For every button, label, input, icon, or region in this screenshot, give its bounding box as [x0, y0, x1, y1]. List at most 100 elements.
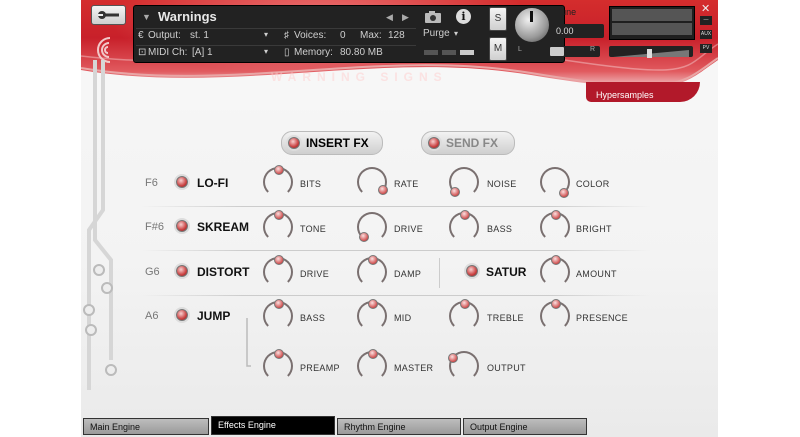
knob-indicator	[274, 210, 284, 220]
purge-dropdown-icon[interactable]: ▾	[454, 29, 458, 38]
output-dropdown-icon[interactable]: ▾	[264, 30, 268, 39]
jump-group-bracket	[246, 318, 251, 367]
lofi-toggle[interactable]	[176, 176, 188, 188]
distort-drive-label: DRIVE	[300, 269, 330, 279]
cpu-indicator	[460, 50, 474, 55]
voices-label: Voices:	[294, 30, 327, 41]
close-icon[interactable]: ✕	[701, 2, 710, 15]
solo-button[interactable]: S	[489, 7, 507, 31]
tune-label: Tune	[556, 7, 577, 17]
level-meter-left	[612, 9, 692, 21]
lofi-bits-label: BITS	[300, 179, 322, 189]
collapse-triangle-icon[interactable]: ▼	[142, 12, 151, 22]
distort-name: DISTORT	[197, 265, 250, 279]
jump-toggle[interactable]	[176, 309, 188, 321]
tab-output-engine[interactable]: Output Engine	[463, 418, 587, 435]
knob-indicator	[274, 165, 284, 175]
mute-button[interactable]: M	[489, 37, 507, 61]
insert-fx-led	[288, 137, 300, 149]
level-meter	[609, 6, 695, 40]
skream-bright-label: BRIGHT	[576, 224, 612, 234]
minimize-icon[interactable]: —	[700, 16, 712, 25]
distort-key: G6	[145, 266, 160, 278]
output-value[interactable]: st. 1	[190, 30, 209, 41]
lofi-key: F6	[145, 177, 158, 189]
audio-activity-indicator	[442, 50, 456, 55]
instrument-title-banner: WARNING SIGNS	[271, 70, 448, 84]
row-divider	[141, 295, 651, 296]
send-fx-label: SEND FX	[446, 136, 499, 150]
skream-drive-label: DRIVE	[394, 224, 424, 234]
knob-indicator	[368, 299, 378, 309]
knob-indicator	[551, 299, 561, 309]
distort-satur-divider	[439, 258, 440, 288]
midi-icon: ⊡	[138, 47, 147, 58]
knob-indicator	[450, 187, 460, 197]
instrument-name[interactable]: Warnings	[158, 9, 217, 24]
distort-toggle[interactable]	[176, 265, 188, 277]
lofi-color-label: COLOR	[576, 179, 610, 189]
skream-toggle[interactable]	[176, 220, 188, 232]
tune-value[interactable]: 0.00	[550, 24, 604, 38]
insert-fx-label: INSERT FX	[306, 136, 369, 150]
lofi-rate-label: RATE	[394, 179, 419, 189]
jump-mid-label: MID	[394, 313, 412, 323]
tab-main-engine[interactable]: Main Engine	[83, 418, 209, 435]
voices-value: 0	[340, 30, 346, 41]
pv-button[interactable]: PV	[700, 44, 712, 53]
satur-name: SATUR	[486, 265, 527, 279]
volume-slider[interactable]	[609, 46, 693, 58]
jump-treble-label: TREBLE	[487, 313, 524, 323]
pan-slider[interactable]: L R	[514, 46, 600, 57]
skream-bass-label: BASS	[487, 224, 513, 234]
knob-indicator	[551, 210, 561, 220]
jump-presence-label: PRESENCE	[576, 313, 628, 323]
knob-indicator	[368, 349, 378, 359]
jump-preamp-label: PREAMP	[300, 363, 340, 373]
output-label: Output:	[148, 30, 181, 41]
jump-master-label: MASTER	[394, 363, 434, 373]
jump-bass-label: BASS	[300, 313, 326, 323]
level-meter-right	[612, 23, 692, 35]
output-icon: €	[138, 30, 144, 41]
satur-amount-label: AMOUNT	[576, 269, 617, 279]
max-voices-value[interactable]: 128	[388, 30, 405, 41]
knob-indicator	[448, 353, 458, 363]
next-instrument-icon[interactable]: ▶	[402, 12, 409, 23]
knob-indicator	[378, 185, 388, 195]
memory-value: 80.80 MB	[340, 47, 383, 58]
hypersamples-logo: Hypersamples	[586, 82, 700, 102]
purge-dropdown[interactable]: Purge	[423, 28, 450, 39]
lofi-noise-label: NOISE	[487, 179, 517, 189]
knob-indicator	[274, 299, 284, 309]
tab-effects-engine[interactable]: Effects Engine	[211, 416, 335, 435]
tune-knob[interactable]	[513, 6, 551, 44]
skream-name: SKREAM	[197, 220, 250, 234]
tab-rhythm-engine[interactable]: Rhythm Engine	[337, 418, 461, 435]
knob-indicator	[460, 210, 470, 220]
knob-indicator	[359, 232, 369, 242]
pan-left-label: L	[518, 46, 522, 53]
voices-icon: ♯	[284, 30, 289, 41]
insert-fx-button[interactable]: INSERT FX	[281, 131, 383, 155]
midi-activity-indicator	[424, 50, 438, 55]
jump-output-label: OUTPUT	[487, 363, 526, 373]
send-fx-button[interactable]: SEND FX	[421, 131, 515, 155]
options-wrench-button[interactable]	[91, 5, 126, 25]
camera-icon[interactable]	[424, 11, 442, 23]
knob-indicator	[274, 349, 284, 359]
midi-channel-value[interactable]: [A] 1	[192, 47, 213, 58]
aux-button[interactable]: AUX	[700, 30, 712, 39]
satur-toggle[interactable]	[466, 265, 478, 277]
prev-instrument-icon[interactable]: ◀	[386, 12, 393, 23]
midi-dropdown-icon[interactable]: ▾	[264, 47, 268, 56]
knob-indicator	[460, 299, 470, 309]
row-divider	[141, 206, 651, 207]
max-label: Max:	[360, 30, 382, 41]
lofi-name: LO-FI	[197, 176, 229, 190]
memory-icon: ▯	[284, 47, 290, 58]
pan-slider-handle[interactable]	[550, 47, 564, 56]
knob-indicator	[274, 255, 284, 265]
skream-tone-label: TONE	[300, 224, 327, 234]
info-icon[interactable]: i	[456, 9, 471, 24]
